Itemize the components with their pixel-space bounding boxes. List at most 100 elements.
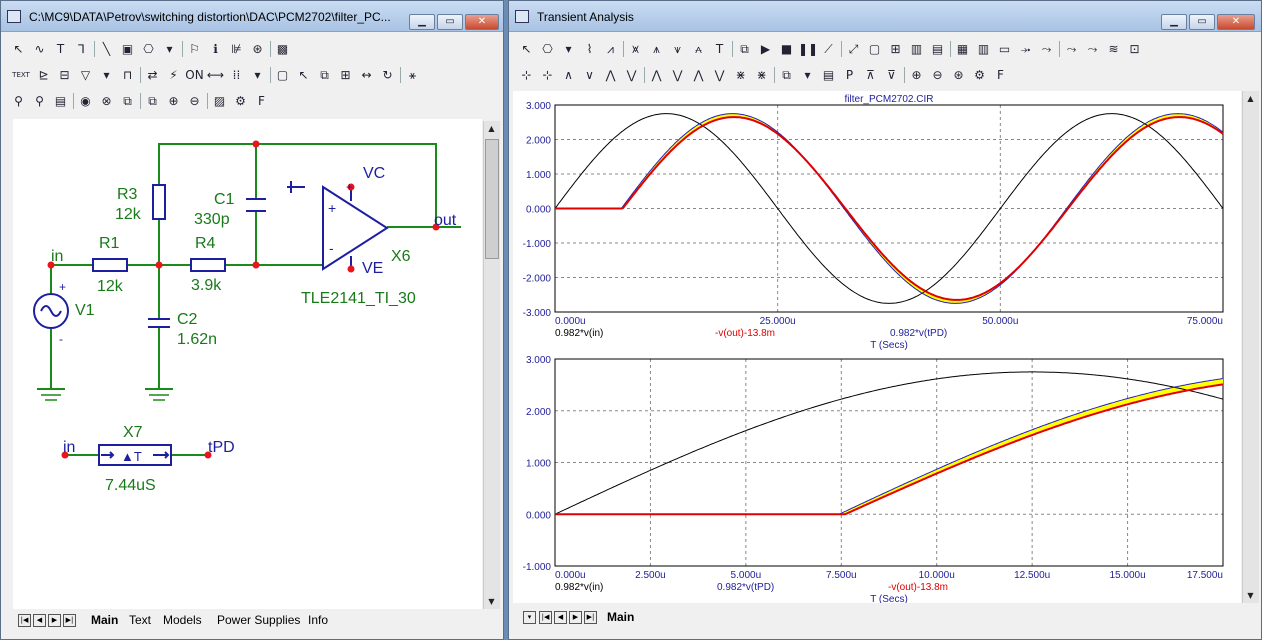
schem-tb3-button-8[interactable]: ⊖ [185, 92, 204, 110]
tab-next-icon[interactable]: ▶ [569, 611, 582, 624]
trans-tb2-button-2[interactable]: ∧ [559, 66, 578, 84]
tab-first-icon[interactable]: |◀ [18, 614, 31, 627]
tab-main[interactable]: Main [607, 610, 634, 624]
trans-tb1-button-27[interactable]: ≋ [1104, 40, 1123, 58]
schem-tb1-button-7[interactable]: ▾ [160, 40, 179, 58]
scroll-up-icon[interactable]: ▲ [1243, 91, 1258, 106]
schem-tb2-button-1[interactable]: ⊵ [34, 66, 53, 84]
close-button[interactable]: ✕ [1217, 14, 1255, 30]
trans-tb1-button-0[interactable]: ↖ [517, 40, 536, 58]
schem-tb3-button-10[interactable]: ⚙ [231, 92, 250, 110]
trans-tb1-button-17[interactable]: ⊞ [886, 40, 905, 58]
trans-tb1-button-7[interactable]: ⩛ [668, 40, 687, 58]
trans-tb2-button-18[interactable]: ⊕ [907, 66, 926, 84]
scroll-up-icon[interactable]: ▲ [484, 121, 499, 136]
minimize-button[interactable]: ▁ [409, 14, 435, 30]
schem-tb1-button-0[interactable]: ↖ [9, 40, 28, 58]
schem-tb2-button-8[interactable]: ON [185, 66, 204, 84]
trans-tb2-button-0[interactable]: ⊹ [517, 66, 536, 84]
schem-tb3-button-6[interactable]: ⧉ [143, 92, 162, 110]
tab-first-icon[interactable]: |◀ [539, 611, 552, 624]
schem-tb2-button-0[interactable]: TEXT [9, 66, 33, 84]
schem-tb2-button-4[interactable]: ▾ [97, 66, 116, 84]
plot-area[interactable]: 3.000 2.000 1.000 0.000 -1.000 -2.000 -3.000 0.… [513, 91, 1241, 603]
trans-tb2-button-11[interactable]: ⋇ [752, 66, 771, 84]
tab-text[interactable]: Text [129, 613, 151, 627]
schem-tb3-button-7[interactable]: ⊕ [164, 92, 183, 110]
trans-tb1-button-11[interactable]: ▶ [756, 40, 775, 58]
trans-tb2-button-19[interactable]: ⊖ [928, 66, 947, 84]
trans-tb2-button-15[interactable]: P [840, 66, 859, 84]
schem-tb2-button-11[interactable]: ▾ [248, 66, 267, 84]
schem-tb1-button-5[interactable]: ▣ [118, 40, 137, 58]
schem-tb3-button-1[interactable]: ⚲ [30, 92, 49, 110]
schem-tb1-button-9[interactable]: ℹ [206, 40, 225, 58]
schem-tb3-button-2[interactable]: ▤ [51, 92, 70, 110]
schem-tb1-button-3[interactable]: ⅂ [72, 40, 91, 58]
schem-tb2-button-17[interactable]: ↻ [378, 66, 397, 84]
schem-tb2-button-15[interactable]: ⊞ [336, 66, 355, 84]
trans-tb2-button-5[interactable]: ⋁ [622, 66, 641, 84]
schematic-titlebar[interactable]: C:\MC9\DATA\Petrov\switching distortion\… [1, 1, 503, 32]
trans-tb1-button-16[interactable]: ▢ [865, 40, 884, 58]
schem-tb2-button-10[interactable]: ⁞⁞ [227, 66, 246, 84]
schematic-canvas[interactable]: in R1 12k R3 12k C1 330p R4 3.9k C2 1.62… [13, 119, 482, 609]
plot-vertical-scrollbar[interactable]: ▲ ▼ [1242, 91, 1259, 603]
trans-tb2-button-6[interactable]: ⋀ [647, 66, 666, 84]
trans-tb1-button-23[interactable]: ⤞ [1016, 40, 1035, 58]
schem-tb2-button-18[interactable]: ⚹ [403, 66, 422, 84]
trans-tb1-button-2[interactable]: ▾ [559, 40, 578, 58]
tab-prev-icon[interactable]: ◀ [33, 614, 46, 627]
tab-prev-icon[interactable]: ◀ [554, 611, 567, 624]
trans-tb2-button-9[interactable]: ⋁ [710, 66, 729, 84]
maximize-button[interactable]: ▭ [437, 14, 463, 30]
trans-tb1-button-13[interactable]: ❚❚ [798, 40, 818, 58]
schem-tb3-button-3[interactable]: ◉ [76, 92, 95, 110]
minimize-button[interactable]: ▁ [1161, 14, 1187, 30]
tab-main[interactable]: Main [91, 613, 118, 627]
trans-tb2-button-14[interactable]: ▤ [819, 66, 838, 84]
trans-tb1-button-12[interactable]: ■ [777, 40, 796, 58]
trans-tb1-button-8[interactable]: ⩜ [689, 40, 708, 58]
schem-tb3-button-5[interactable]: ⧉ [118, 92, 137, 110]
scroll-thumb[interactable] [485, 139, 499, 259]
schematic-vertical-scrollbar[interactable]: ▲ ▼ [483, 121, 500, 609]
tab-info[interactable]: Info [308, 613, 328, 627]
schem-tb1-button-4[interactable]: ╲ [97, 40, 116, 58]
trans-tb1-button-18[interactable]: ▥ [907, 40, 926, 58]
trans-tb2-button-13[interactable]: ▾ [798, 66, 817, 84]
maximize-button[interactable]: ▭ [1189, 14, 1215, 30]
tab-dropdown-icon[interactable]: ▾ [523, 611, 536, 624]
trans-tb2-button-4[interactable]: ⋀ [601, 66, 620, 84]
transient-titlebar[interactable]: Transient Analysis ▁ ▭ ✕ [509, 1, 1261, 32]
trans-tb1-button-5[interactable]: ⩙ [626, 40, 645, 58]
trans-tb1-button-25[interactable]: ⤳ [1062, 40, 1081, 58]
trans-tb2-button-16[interactable]: ⊼ [861, 66, 880, 84]
trans-tb2-button-12[interactable]: ⧉ [777, 66, 796, 84]
trans-tb1-button-4[interactable]: ⩘ [601, 40, 620, 58]
trans-tb2-button-17[interactable]: ⊽ [882, 66, 901, 84]
trans-tb1-button-21[interactable]: ▥ [974, 40, 993, 58]
trans-tb2-button-8[interactable]: ⋀ [689, 66, 708, 84]
tab-next-icon[interactable]: ▶ [48, 614, 61, 627]
trans-tb1-button-15[interactable]: ⤢ [844, 40, 863, 58]
schem-tb2-button-6[interactable]: ⇄ [143, 66, 162, 84]
tab-last-icon[interactable]: ▶| [584, 611, 597, 624]
schem-tb2-button-12[interactable]: ▢ [273, 66, 292, 84]
schem-tb1-button-8[interactable]: ⚐ [185, 40, 204, 58]
trans-tb1-button-24[interactable]: ⤳ [1037, 40, 1056, 58]
trans-tb1-button-3[interactable]: ⌇ [580, 40, 599, 58]
trans-tb1-button-9[interactable]: T [710, 40, 729, 58]
trans-tb1-button-10[interactable]: ⧉ [735, 40, 754, 58]
trans-tb1-button-22[interactable]: ▭ [995, 40, 1014, 58]
schem-tb2-button-3[interactable]: ▽ [76, 66, 95, 84]
schem-tb2-button-2[interactable]: ⊟ [55, 66, 74, 84]
trans-tb2-button-20[interactable]: ⊛ [949, 66, 968, 84]
schem-tb1-button-12[interactable]: ▩ [273, 40, 292, 58]
schem-tb1-button-2[interactable]: T [51, 40, 70, 58]
tab-power-supplies[interactable]: Power Supplies [217, 613, 300, 627]
schem-tb3-button-4[interactable]: ⊗ [97, 92, 116, 110]
trans-tb2-button-7[interactable]: ⋁ [668, 66, 687, 84]
schem-tb2-button-7[interactable]: ⚡ [164, 66, 183, 84]
schem-tb1-button-10[interactable]: ⊯ [227, 40, 246, 58]
